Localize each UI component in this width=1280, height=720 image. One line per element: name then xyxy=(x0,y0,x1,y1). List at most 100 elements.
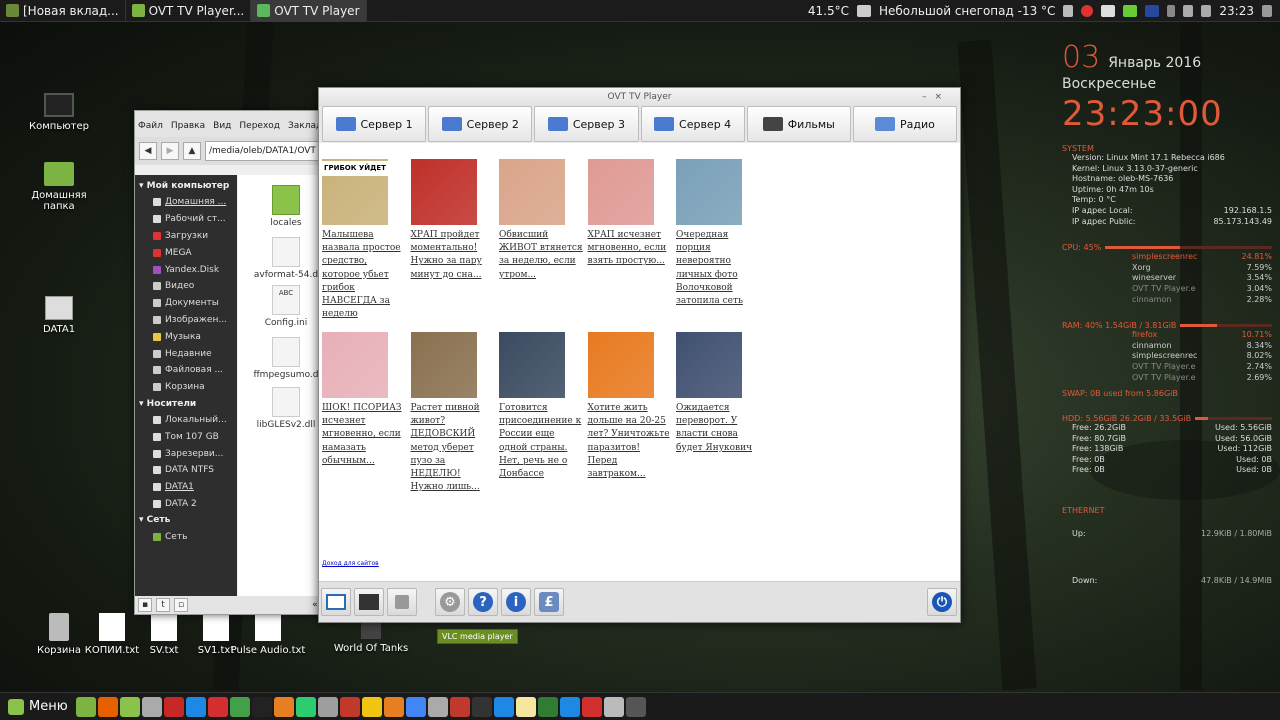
launcher-icon[interactable] xyxy=(581,696,602,717)
volume-icon[interactable] xyxy=(1201,4,1212,17)
tree-view-icon[interactable]: t xyxy=(156,598,170,612)
help-button[interactable]: ? xyxy=(468,588,498,616)
taskbar-item-ovt-2[interactable]: OVT TV Player xyxy=(251,0,367,22)
ad-thumbnail[interactable] xyxy=(587,332,654,398)
launcher-icon[interactable] xyxy=(449,696,470,717)
uk-flag-icon[interactable] xyxy=(1145,4,1160,17)
ad-caption-link[interactable]: Очередная порция невероятно личных фото … xyxy=(676,229,760,308)
sidebar-item[interactable]: Недавние xyxy=(135,345,237,362)
launcher-icon[interactable] xyxy=(405,696,426,717)
ad-card[interactable]: Очередная порция невероятно личных фото … xyxy=(676,159,760,308)
sidebar-item[interactable]: Музыка xyxy=(135,328,237,345)
launcher-icon[interactable] xyxy=(251,696,272,717)
menu-view[interactable]: Вид xyxy=(213,121,231,131)
launcher-icon[interactable] xyxy=(537,696,558,717)
window-titlebar[interactable]: OVT TV Player –× xyxy=(319,88,960,106)
sidebar-item[interactable]: MEGA xyxy=(135,244,237,261)
launcher-icon[interactable] xyxy=(471,696,492,717)
yandex-disk-icon[interactable] xyxy=(1101,4,1116,17)
sidebar-item[interactable]: Зарезерви... xyxy=(135,445,237,462)
launcher-icon[interactable] xyxy=(339,696,360,717)
donate-button[interactable]: £ xyxy=(534,588,564,616)
launcher-icon[interactable] xyxy=(163,696,184,717)
sidebar-item[interactable]: Том 107 GB xyxy=(135,428,237,445)
tab-4[interactable]: Сервер 4 xyxy=(640,106,745,142)
taskbar-item-ovt-1[interactable]: OVT TV Player... xyxy=(126,0,252,22)
tab-1[interactable]: Сервер 1 xyxy=(322,106,427,142)
shield-icon[interactable] xyxy=(1123,4,1138,17)
menu-edit[interactable]: Правка xyxy=(171,121,205,131)
menu-file[interactable]: Файл xyxy=(138,121,163,131)
sidebar-header-devices[interactable]: ▾ Носители xyxy=(135,396,237,412)
bluetooth-icon[interactable] xyxy=(1167,4,1176,17)
sidebar-item[interactable]: DATA 2 xyxy=(135,496,237,513)
ad-thumbnail[interactable] xyxy=(410,332,477,398)
launcher-icon[interactable] xyxy=(273,696,294,717)
hide-sidebar-icon[interactable]: ▫ xyxy=(174,598,188,612)
launcher-icon[interactable] xyxy=(317,696,338,717)
file-manager-window[interactable]: Файл Правка Вид Переход Закладки С ◀ ▶ ▲… xyxy=(134,110,334,615)
launcher-icon[interactable] xyxy=(493,696,514,717)
ad-thumbnail[interactable] xyxy=(499,159,565,225)
sidebar-item[interactable]: Yandex.Disk xyxy=(135,261,237,278)
ad-caption-link[interactable]: Растет пивной живот? ДЕДОВСКИЙ метод убе… xyxy=(411,402,495,494)
user-icon[interactable] xyxy=(1262,4,1272,17)
ad-caption-link[interactable]: ШОК! ПСОРИАЗ исчезнет мгновенно, если на… xyxy=(322,402,406,468)
forward-arrow-icon[interactable]: ▶ xyxy=(161,142,179,160)
ad-thumbnail[interactable] xyxy=(676,332,742,398)
ad-thumbnail[interactable]: ГРИБОК УЙДЕТ xyxy=(322,159,388,225)
ad-card[interactable]: ХРАП пройдет моментально! Нужно за пару … xyxy=(410,159,495,282)
ad-card[interactable]: Хотите жить дольше на 20-25 лет? Уничтож… xyxy=(587,332,672,481)
desktop-icon-pulse[interactable]: Pulse Audio.txt xyxy=(226,613,310,656)
location-bar[interactable]: /media/oleb/DATA1/OVT TV xyxy=(205,141,329,161)
ad-caption-link[interactable]: ХРАП пройдет моментально! Нужно за пару … xyxy=(411,229,495,282)
launcher-icon[interactable] xyxy=(185,696,206,717)
sidebar-header-network[interactable]: ▾ Сеть xyxy=(135,512,237,528)
desktop-icon-computer[interactable]: Компьютер xyxy=(17,93,101,132)
taskbar-item-browser[interactable]: [Новая вклад... xyxy=(0,0,126,22)
up-arrow-icon[interactable]: ▲ xyxy=(183,142,201,160)
desktop-icon-home[interactable]: Домашняя папка xyxy=(17,162,101,212)
audio-button[interactable] xyxy=(387,588,417,616)
tab-2[interactable]: Сервер 2 xyxy=(428,106,533,142)
sidebar-item[interactable]: Домашняя ... xyxy=(135,194,237,211)
tab-5[interactable]: Фильмы xyxy=(746,106,851,142)
places-view-icon[interactable]: ▪ xyxy=(138,598,152,612)
ad-card[interactable]: Обвисший ЖИВОТ втянется за неделю, если … xyxy=(499,159,583,282)
ad-caption-link[interactable]: Ожидается переворот. У власти снова буде… xyxy=(676,402,760,455)
sidebar-item[interactable]: Загрузки xyxy=(135,228,237,245)
sidebar-item[interactable]: Файловая ... xyxy=(135,362,237,379)
sidebar-item[interactable]: Локальный... xyxy=(135,412,237,429)
launcher-icon[interactable] xyxy=(625,696,646,717)
ad-card[interactable]: Готовится присоединение к России еще одн… xyxy=(499,332,583,481)
ad-caption-link[interactable]: Готовится присоединение к России еще одн… xyxy=(499,402,583,481)
minimize-icon[interactable]: – xyxy=(922,92,935,102)
sidebar-item[interactable]: DATA NTFS xyxy=(135,462,237,479)
launcher-icon[interactable] xyxy=(229,696,250,717)
launcher-icon[interactable] xyxy=(603,696,624,717)
launcher-icon[interactable] xyxy=(559,696,580,717)
info-button[interactable]: i xyxy=(501,588,531,616)
ad-thumbnail[interactable] xyxy=(676,159,742,225)
ad-caption-link[interactable]: ХРАП исчезнет мгновенно, если взять прос… xyxy=(588,229,672,269)
start-menu-button[interactable]: Меню xyxy=(0,693,76,720)
sidebar-header-computer[interactable]: ▾ Мой компьютер xyxy=(135,178,237,194)
sidebar-item[interactable]: Изображен... xyxy=(135,312,237,329)
launcher-icon[interactable] xyxy=(515,696,536,717)
ad-card[interactable]: Растет пивной живот? ДЕДОВСКИЙ метод убе… xyxy=(410,332,495,494)
sidebar-item[interactable]: Документы xyxy=(135,295,237,312)
ad-card[interactable]: ГРИБОК УЙДЕТ Малышева назвала простое сре… xyxy=(322,159,406,321)
record-icon[interactable] xyxy=(1081,4,1094,17)
sidebar-item[interactable]: Рабочий ст... xyxy=(135,211,237,228)
ovt-player-window[interactable]: OVT TV Player –× Сервер 1 Сервер 2 Сервер … xyxy=(318,87,961,623)
playlist-button[interactable] xyxy=(321,588,351,616)
launcher-icon[interactable] xyxy=(97,696,118,717)
ad-income-link[interactable]: Доход для сайтов xyxy=(322,560,379,567)
launcher-icon[interactable] xyxy=(383,696,404,717)
launcher-icon[interactable] xyxy=(75,696,96,717)
power-button[interactable]: ⏻ xyxy=(927,588,957,616)
ad-caption-link[interactable]: Обвисший ЖИВОТ втянется за неделю, если … xyxy=(499,229,583,282)
ad-caption-link[interactable]: Малышева назвала простое средство, котор… xyxy=(322,229,406,321)
sound-icon[interactable] xyxy=(1063,4,1074,17)
menu-go[interactable]: Переход xyxy=(239,121,280,131)
